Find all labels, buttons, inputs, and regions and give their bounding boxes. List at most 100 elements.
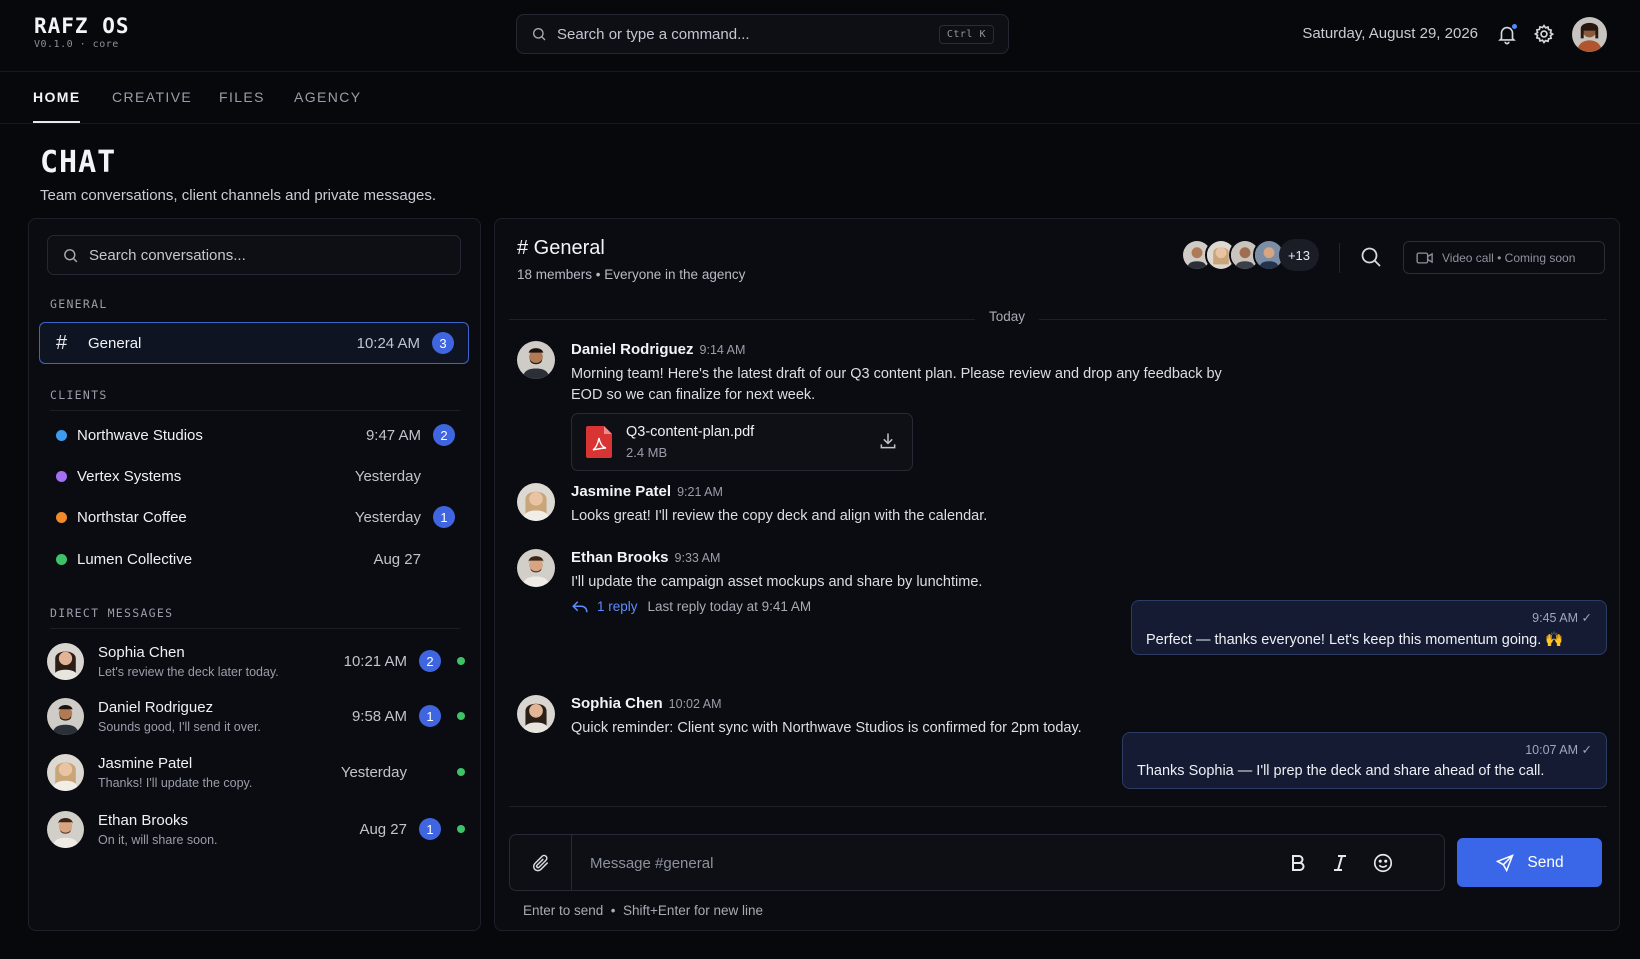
message-input[interactable]: [590, 851, 1270, 875]
tab-agency[interactable]: AGENCY: [294, 89, 362, 105]
online-indicator: [457, 768, 465, 776]
user-avatar[interactable]: [1572, 17, 1607, 52]
channel-northstar-coffee[interactable]: Northstar Coffee Yesterday 1: [39, 496, 469, 538]
emoji-button[interactable]: [1371, 851, 1395, 875]
brand-version: V0.1.0 · core: [34, 39, 119, 50]
channel-lumen-collective[interactable]: Lumen Collective Aug 27: [39, 538, 469, 580]
italic-button[interactable]: [1328, 851, 1352, 875]
divider: [1339, 243, 1340, 273]
tab-home[interactable]: HOME: [33, 89, 81, 105]
bold-icon: [1292, 855, 1305, 871]
own-message-bubble: 9:45 AM ✓ Perfect — thanks everyone! Let…: [1131, 600, 1607, 655]
dm-jasmine-patel[interactable]: Jasmine Patel Thanks! I'll update the co…: [47, 746, 467, 798]
reply-icon: [572, 600, 588, 612]
channel-name: Lumen Collective: [77, 550, 193, 568]
dm-preview: Thanks! I'll update the copy.: [98, 775, 253, 790]
more-members-count: +13: [1279, 239, 1319, 271]
channel-name: Northwave Studios: [77, 426, 203, 444]
day-divider: [509, 319, 1607, 320]
unread-badge: 3: [432, 332, 454, 354]
section-label-direct-messages: DIRECT MESSAGES: [50, 606, 174, 620]
channel-search-button[interactable]: [1359, 245, 1383, 269]
channel-northwave-studios[interactable]: Northwave Studios 9:47 AM 2: [39, 414, 469, 456]
channel-subtitle: 18 members • Everyone in the agency: [517, 267, 746, 282]
notifications-button[interactable]: [1496, 23, 1518, 45]
pdf-file-icon: [586, 426, 612, 461]
command-search-input[interactable]: [557, 25, 939, 43]
unread-badge: 1: [419, 818, 441, 840]
check-icon: ✓: [1581, 743, 1592, 757]
avatar: [47, 697, 84, 735]
day-label: Today: [975, 309, 1040, 324]
chat-panel: # General 18 members • Everyone in the a…: [494, 218, 1620, 931]
avatar[interactable]: [517, 483, 555, 521]
message-author[interactable]: Ethan Brooks: [571, 549, 669, 566]
dm-sophia-chen[interactable]: Sophia Chen Let's review the deck later …: [47, 635, 467, 687]
search-icon: [1361, 247, 1381, 267]
online-indicator: [457, 825, 465, 833]
search-icon: [533, 28, 546, 41]
client-color-dot: [56, 553, 67, 565]
online-indicator: [457, 712, 465, 720]
composer-hint: Enter to send • Shift+Enter for new line: [523, 903, 763, 918]
channel-time: Yesterday: [354, 467, 421, 485]
check-icon: ✓: [1581, 611, 1592, 625]
file-size: 2.4 MB: [626, 445, 668, 460]
bold-button[interactable]: [1286, 851, 1310, 875]
italic-icon: [1334, 855, 1346, 871]
client-color-dot: [56, 470, 67, 482]
message-time: 9:14 AM: [699, 343, 746, 357]
thread-reply[interactable]: 1 reply Last reply today at 9:41 AM: [571, 599, 811, 614]
message-time: 10:07 AM ✓: [1525, 743, 1592, 757]
dm-name: Ethan Brooks: [98, 811, 189, 829]
avatar[interactable]: [517, 341, 555, 379]
download-button[interactable]: [878, 431, 898, 454]
channel-vertex-systems[interactable]: Vertex Systems Yesterday: [39, 455, 469, 497]
tab-files[interactable]: FILES: [219, 89, 265, 105]
divider: [50, 628, 460, 629]
channel-time: 10:24 AM: [356, 334, 420, 352]
settings-button[interactable]: [1533, 23, 1555, 45]
message-time: 9:45 AM ✓: [1532, 611, 1592, 625]
dm-ethan-brooks[interactable]: Ethan Brooks On it, will share soon. Aug…: [47, 803, 467, 855]
unread-badge: 1: [419, 705, 441, 727]
message-author[interactable]: Daniel Rodriguez: [571, 341, 694, 358]
dm-daniel-rodriguez[interactable]: Daniel Rodriguez Sounds good, I'll send …: [47, 690, 467, 742]
page-title: CHAT: [40, 145, 117, 180]
file-name: Q3-content-plan.pdf: [626, 424, 755, 440]
channel-name: Vertex Systems: [77, 467, 182, 485]
message-text: Perfect — thanks everyone! Let's keep th…: [1146, 632, 1564, 648]
message-author[interactable]: Jasmine Patel: [571, 483, 671, 500]
download-icon: [880, 433, 896, 449]
send-button[interactable]: Send: [1457, 838, 1602, 887]
reply-count-link[interactable]: 1 reply: [597, 599, 638, 614]
avatar: [47, 642, 84, 680]
client-color-dot: [56, 429, 67, 441]
conversation-search-input[interactable]: [89, 246, 446, 264]
dm-name: Daniel Rodriguez: [98, 698, 214, 716]
last-reply-time: Last reply today at 9:41 AM: [647, 599, 812, 614]
message-author[interactable]: Sophia Chen: [571, 695, 663, 712]
member-avatars[interactable]: +13: [1181, 239, 1319, 271]
avatar: [47, 810, 84, 848]
video-call-button[interactable]: Video call • Coming soon: [1403, 241, 1605, 274]
shortcut-hint: Ctrl K: [938, 24, 994, 44]
brand-name: RAFZ OS: [34, 14, 130, 38]
avatar[interactable]: [517, 695, 555, 733]
brand[interactable]: RAFZ OS V0.1.0 · core: [34, 14, 130, 50]
channel-general[interactable]: # General 10:24 AM 3: [39, 322, 469, 364]
attach-button[interactable]: [510, 835, 572, 890]
dm-time: Aug 27: [359, 820, 407, 838]
top-bar: RAFZ OS V0.1.0 · core Ctrl K Saturday, A…: [0, 0, 1640, 72]
message-time: 10:02 AM: [668, 697, 722, 711]
message-text: Morning team! Here's the latest draft of…: [571, 366, 1222, 403]
section-label-general: GENERAL: [50, 297, 108, 311]
tab-creative[interactable]: CREATIVE: [112, 89, 192, 105]
channel-time: 9:47 AM: [365, 426, 421, 444]
send-icon: [1496, 853, 1515, 872]
avatar[interactable]: [517, 549, 555, 587]
command-search[interactable]: Ctrl K: [516, 14, 1009, 54]
dm-name: Jasmine Patel: [98, 754, 193, 772]
conversation-search[interactable]: [47, 235, 461, 275]
file-attachment[interactable]: Q3-content-plan.pdf 2.4 MB: [571, 413, 913, 471]
